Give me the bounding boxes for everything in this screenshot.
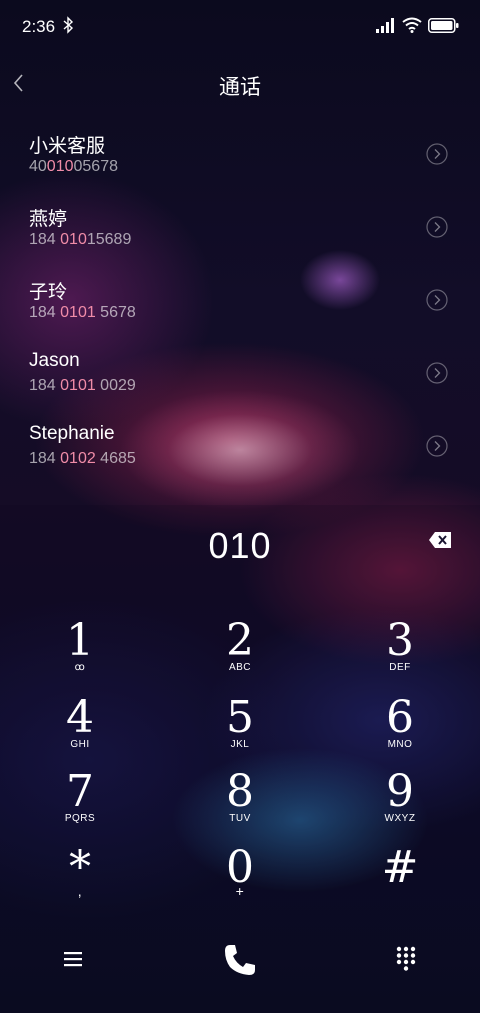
number-prefix: 184: [29, 304, 61, 321]
contact-name: 小米客服: [29, 136, 106, 157]
key-digit: 2: [226, 615, 254, 666]
key-digit: 5: [226, 692, 254, 743]
key-letters: DEF: [389, 662, 411, 673]
number-prefix: 40: [29, 158, 47, 175]
number-suffix: 15689: [86, 231, 132, 248]
contact-name: 子玲: [29, 282, 68, 303]
key-digit: 8: [226, 766, 254, 817]
bottom-action-bar: [0, 930, 480, 990]
key-digit: 3: [386, 615, 414, 666]
key-0[interactable]: 0 +: [180, 845, 300, 915]
contact-details-chevron-icon[interactable]: [426, 289, 448, 311]
key-digit: 1: [66, 615, 94, 666]
contact-item[interactable]: Stephanie 184 0102 4685: [0, 410, 480, 482]
header: 通话: [0, 60, 480, 110]
contact-name: Jason: [29, 350, 80, 371]
key-letters: TUV: [229, 813, 251, 824]
number-suffix: 05678: [73, 158, 119, 175]
key-letters: ,: [77, 883, 83, 899]
status-time: 2:36: [22, 17, 56, 36]
key-digit: 6: [386, 692, 414, 743]
key-digit: 9: [386, 766, 414, 817]
contact-number: 184 0101 0029: [29, 377, 136, 395]
key-3[interactable]: 3 DEF: [340, 618, 460, 688]
number-match-highlight: 010: [46, 158, 74, 175]
contact-number: 184 0101 5678: [29, 304, 136, 322]
key-2[interactable]: 2 ABC: [180, 618, 300, 688]
key-6[interactable]: 6 MNO: [340, 695, 460, 765]
number-prefix: 184: [29, 377, 61, 394]
dialed-number: 010: [208, 525, 272, 566]
menu-icon[interactable]: [62, 948, 84, 970]
phone-icon[interactable]: [222, 942, 258, 978]
contact-details-chevron-icon[interactable]: [426, 143, 448, 165]
contact-details-chevron-icon[interactable]: [426, 435, 448, 457]
key-letters: ABC: [228, 662, 252, 673]
contact-item[interactable]: 小米客服 4001005678: [0, 118, 480, 190]
battery-icon: [428, 18, 459, 33]
key-7[interactable]: 7 PQRS: [20, 769, 140, 839]
number-match-highlight: 0101: [60, 304, 96, 321]
key-letters: GHI: [70, 739, 90, 750]
key-9[interactable]: 9 WXYZ: [340, 769, 460, 839]
contact-number: 4001005678: [29, 158, 118, 176]
dialpad-icon[interactable]: [395, 946, 417, 972]
page-title: 通话: [219, 75, 261, 99]
contact-number: 184 0102 4685: [29, 450, 136, 468]
contact-item[interactable]: 燕婷 184 01015689: [0, 191, 480, 263]
key-5[interactable]: 5 JKL: [180, 695, 300, 765]
key-8[interactable]: 8 TUV: [180, 769, 300, 839]
voicemail-icon: ꝏ: [74, 662, 86, 673]
bluetooth-icon: [63, 16, 74, 34]
contact-item[interactable]: 子玲 184 0101 5678: [0, 264, 480, 336]
number-suffix: 0029: [95, 377, 136, 394]
contact-name: 燕婷: [29, 209, 68, 230]
contact-details-chevron-icon[interactable]: [426, 362, 448, 384]
key-star[interactable]: * ,: [20, 845, 140, 915]
number-prefix: 184: [29, 231, 61, 248]
key-letters: MNO: [387, 739, 413, 750]
contact-number: 184 01015689: [29, 231, 131, 249]
number-prefix: 184: [29, 450, 61, 467]
key-1[interactable]: 1 ꝏ: [20, 618, 140, 688]
key-digit: #: [381, 842, 419, 893]
number-match-highlight: 0101: [60, 377, 96, 394]
key-4[interactable]: 4 GHI: [20, 695, 140, 765]
number-match-highlight: 0102: [60, 450, 96, 467]
key-digit: 7: [66, 766, 94, 817]
contact-details-chevron-icon[interactable]: [426, 216, 448, 238]
key-letters: PQRS: [64, 813, 96, 824]
key-letters: WXYZ: [384, 813, 416, 824]
cellular-signal-icon: [376, 18, 394, 33]
backspace-icon[interactable]: [428, 531, 452, 549]
key-letters: JKL: [230, 739, 250, 750]
key-hash[interactable]: #: [340, 845, 460, 915]
status-bar: 2:36: [0, 0, 480, 52]
number-match-highlight: 010: [60, 231, 87, 248]
key-digit: 4: [66, 692, 94, 743]
key-letters: +: [235, 883, 245, 899]
contact-item[interactable]: Jason 184 0101 0029: [0, 337, 480, 409]
wifi-icon: [402, 17, 422, 33]
contact-name: Stephanie: [29, 423, 115, 444]
number-suffix: 5678: [95, 304, 136, 321]
number-suffix: 4685: [95, 450, 136, 467]
